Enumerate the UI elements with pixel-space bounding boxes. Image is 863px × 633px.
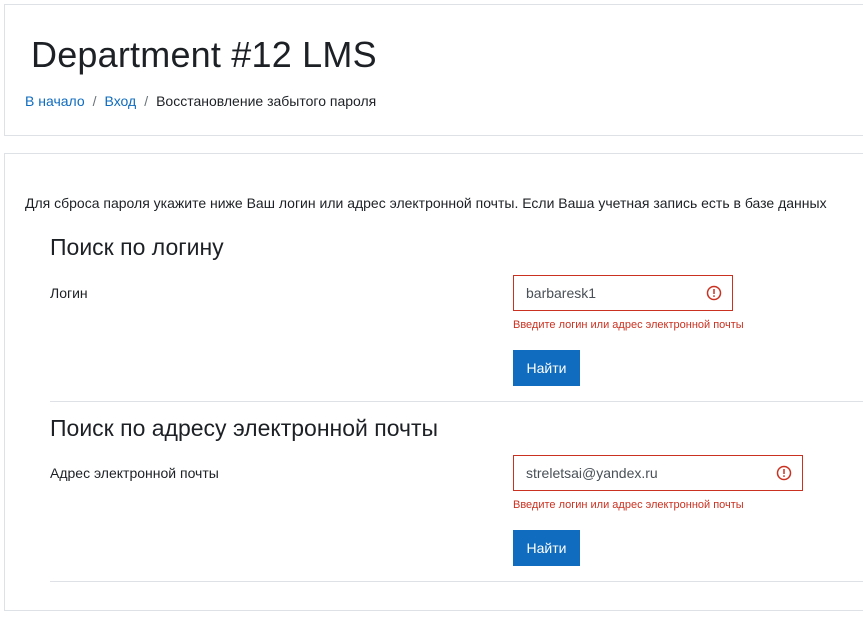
exclamation-circle-icon — [776, 465, 792, 481]
username-search-button[interactable]: Найти — [513, 350, 580, 386]
breadcrumb-login-link[interactable]: Вход — [105, 93, 137, 109]
intro-text: Для сброса пароля укажите ниже Ваш логин… — [25, 195, 827, 211]
email-field-container — [513, 455, 803, 491]
email-section-title: Поиск по адресу электронной почты — [50, 415, 439, 441]
username-error-message: Введите логин или адрес электронной почт… — [513, 319, 744, 331]
breadcrumb-current: Восстановление забытого пароля — [156, 93, 377, 109]
exclamation-circle-icon — [706, 285, 722, 301]
section-divider — [50, 581, 863, 582]
section-divider — [50, 401, 863, 402]
breadcrumb: В начало / Вход / Восстановление забытог… — [25, 93, 376, 109]
site-title: Department #12 LMS — [31, 34, 377, 75]
email-error-message: Введите логин или адрес электронной почт… — [513, 499, 744, 511]
page-header: Department #12 LMS В начало / Вход / Вос… — [4, 4, 863, 136]
username-section-title: Поиск по логину — [50, 234, 224, 260]
breadcrumb-separator: / — [92, 93, 97, 109]
username-field-label: Логин — [50, 285, 88, 301]
email-input[interactable] — [526, 456, 770, 490]
username-input[interactable] — [526, 276, 700, 310]
email-search-button[interactable]: Найти — [513, 530, 580, 566]
email-field-label: Адрес электронной почты — [50, 465, 219, 481]
password-reset-card: Для сброса пароля укажите ниже Ваш логин… — [4, 153, 863, 611]
username-field-container — [513, 275, 733, 311]
breadcrumb-separator: / — [144, 93, 149, 109]
breadcrumb-home-link[interactable]: В начало — [25, 93, 85, 109]
